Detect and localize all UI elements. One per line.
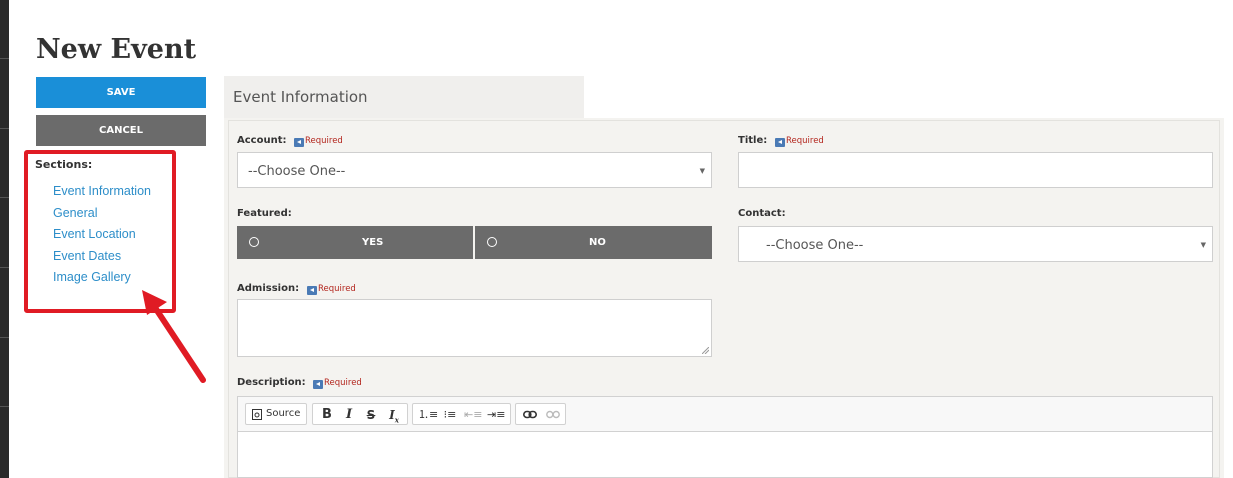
link-button-group	[515, 403, 566, 425]
tab-event-information[interactable]: Event Information	[224, 76, 584, 118]
required-arrow-icon	[775, 138, 785, 147]
link-icon[interactable]	[523, 410, 537, 419]
strikethrough-icon[interactable]: S	[363, 404, 379, 426]
required-text: Required	[324, 378, 362, 388]
source-icon	[252, 409, 262, 420]
format-button-group: B I S Ix	[312, 403, 408, 425]
required-arrow-icon	[307, 286, 317, 295]
radio-icon	[249, 237, 259, 247]
remove-format-icon[interactable]: Ix	[385, 404, 403, 426]
italic-icon[interactable]: I	[341, 404, 357, 426]
left-edge-strip	[0, 0, 9, 478]
description-label: Description:	[237, 377, 306, 388]
sections-list: Event Information General Event Location…	[53, 181, 151, 289]
required-text: Required	[318, 284, 356, 294]
save-button[interactable]: SAVE	[36, 77, 206, 108]
source-button[interactable]: Source	[245, 403, 307, 425]
list-button-group: ⒈≡ ⁝≡ ⇤≡ ⇥≡	[412, 403, 511, 425]
section-link-general[interactable]: General	[53, 203, 151, 225]
section-link-event-information[interactable]: Event Information	[53, 181, 151, 203]
annotation-arrow-icon	[142, 290, 206, 383]
featured-yes-option[interactable]: YES	[237, 226, 473, 259]
unlink-icon[interactable]	[546, 410, 560, 419]
featured-no-option[interactable]: NO	[475, 226, 712, 259]
resize-handle-icon[interactable]	[702, 347, 709, 354]
admission-textarea[interactable]	[237, 299, 712, 357]
cancel-button[interactable]: CANCEL	[36, 115, 206, 146]
outdent-icon[interactable]: ⇤≡	[464, 404, 482, 426]
required-text: Required	[305, 136, 343, 146]
featured-no-label: NO	[589, 237, 606, 248]
chevron-down-icon: ▼	[699, 167, 705, 175]
account-select[interactable]: --Choose One-- ▼	[237, 152, 712, 188]
title-input[interactable]	[738, 152, 1213, 188]
chevron-down-icon: ▼	[1200, 241, 1206, 249]
bold-icon[interactable]: B	[319, 404, 335, 426]
radio-icon	[487, 237, 497, 247]
contact-select-value: --Choose One--	[766, 238, 864, 253]
account-label: Account:	[237, 135, 287, 146]
title-label: Title:	[738, 135, 768, 146]
required-text: Required	[786, 136, 824, 146]
bulleted-list-icon[interactable]: ⁝≡	[441, 404, 459, 426]
sections-label: Sections:	[35, 158, 93, 171]
indent-icon[interactable]: ⇥≡	[487, 404, 505, 426]
page-title: New Event	[36, 34, 197, 65]
numbered-list-icon[interactable]: ⒈≡	[418, 404, 438, 426]
required-arrow-icon	[294, 138, 304, 147]
required-arrow-icon	[313, 380, 323, 389]
contact-label: Contact:	[738, 208, 786, 219]
contact-select[interactable]: --Choose One-- ▼	[738, 226, 1213, 262]
section-link-event-dates[interactable]: Event Dates	[53, 246, 151, 268]
account-select-value: --Choose One--	[248, 164, 346, 179]
featured-yes-label: YES	[362, 237, 384, 248]
source-label: Source	[266, 408, 301, 419]
description-editor-toolbar: Source B I S Ix ⒈≡ ⁝≡ ⇤≡ ⇥≡	[237, 396, 1213, 432]
description-editor-body[interactable]	[237, 432, 1213, 478]
featured-label: Featured:	[237, 208, 292, 219]
admission-label: Admission:	[237, 283, 300, 294]
section-link-event-location[interactable]: Event Location	[53, 224, 151, 246]
